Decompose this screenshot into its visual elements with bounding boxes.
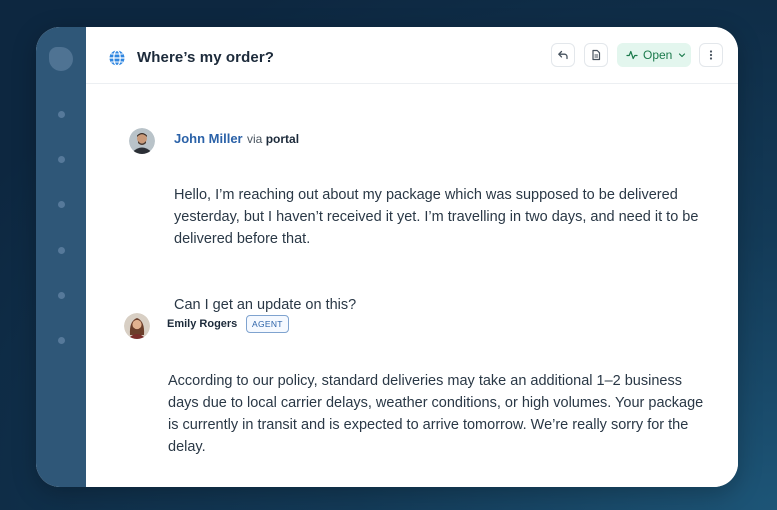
sidebar-nav-item[interactable] — [58, 156, 65, 163]
reply-arrow-icon — [558, 50, 568, 60]
sidebar-nav-item[interactable] — [58, 247, 65, 254]
message-channel: via portal — [247, 132, 300, 146]
more-vertical-icon — [709, 50, 713, 60]
message-body: According to our policy, standard delive… — [168, 348, 716, 480]
document-icon — [592, 49, 601, 61]
ticket-title: Where’s my order? — [137, 49, 275, 66]
message-paragraph: Hello, I’m reaching out about my package… — [174, 187, 699, 247]
more-options-button[interactable] — [699, 43, 723, 67]
activity-pulse-icon — [626, 50, 638, 60]
reply-button[interactable] — [551, 43, 575, 67]
sidebar — [36, 27, 86, 487]
status-dropdown[interactable]: Open — [617, 43, 691, 67]
message-paragraph: Can I get an update on this? — [174, 297, 357, 313]
notes-button[interactable] — [584, 43, 608, 67]
author-name-link[interactable]: John Miller — [174, 131, 243, 146]
role-badge: AGENT — [246, 315, 289, 333]
globe-icon — [109, 49, 125, 67]
avatar — [129, 128, 155, 154]
message-body: Hello, I’m reaching out about my package… — [174, 162, 714, 338]
app-window: Where’s my order? Open John Miller via p… — [36, 27, 738, 487]
chevron-down-icon — [679, 53, 686, 58]
status-label: Open — [643, 48, 673, 62]
message-paragraph: According to our policy, standard delive… — [168, 373, 704, 455]
sidebar-nav-item[interactable] — [58, 111, 65, 118]
sidebar-nav-item[interactable] — [58, 201, 65, 208]
ticket-header: Where’s my order? Open — [86, 27, 738, 84]
agent-name[interactable]: Emily Rogers — [167, 318, 237, 330]
app-logo[interactable] — [49, 47, 73, 71]
sidebar-nav-item[interactable] — [58, 292, 65, 299]
avatar — [124, 313, 150, 339]
sidebar-nav-item[interactable] — [58, 337, 65, 344]
ticket-panel: Where’s my order? Open John Miller via p… — [86, 27, 738, 487]
